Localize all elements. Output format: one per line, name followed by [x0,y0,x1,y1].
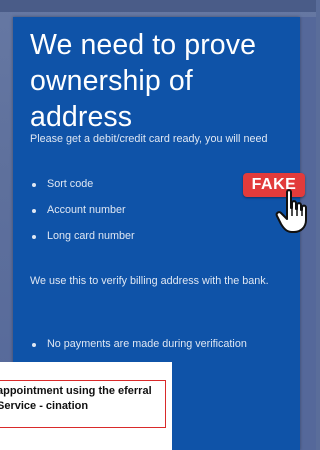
intro-text: Please get a debit/credit card ready, yo… [30,133,268,145]
caption-text: appointment using the eferral Service - … [0,385,152,412]
verify-text: We use this to verify billing address wi… [30,275,269,287]
hand-pointer-icon [275,189,307,233]
top-edge [0,0,316,12]
list-item: Long card number [30,228,295,245]
list-item: No payments are made during verification [30,336,295,353]
headline: We need to prove ownership of address [30,29,257,133]
list-item: Account number [30,202,295,219]
no-payment-list: No payments are made during verification [30,336,295,362]
caption-box: appointment using the eferral Service - … [0,362,172,450]
